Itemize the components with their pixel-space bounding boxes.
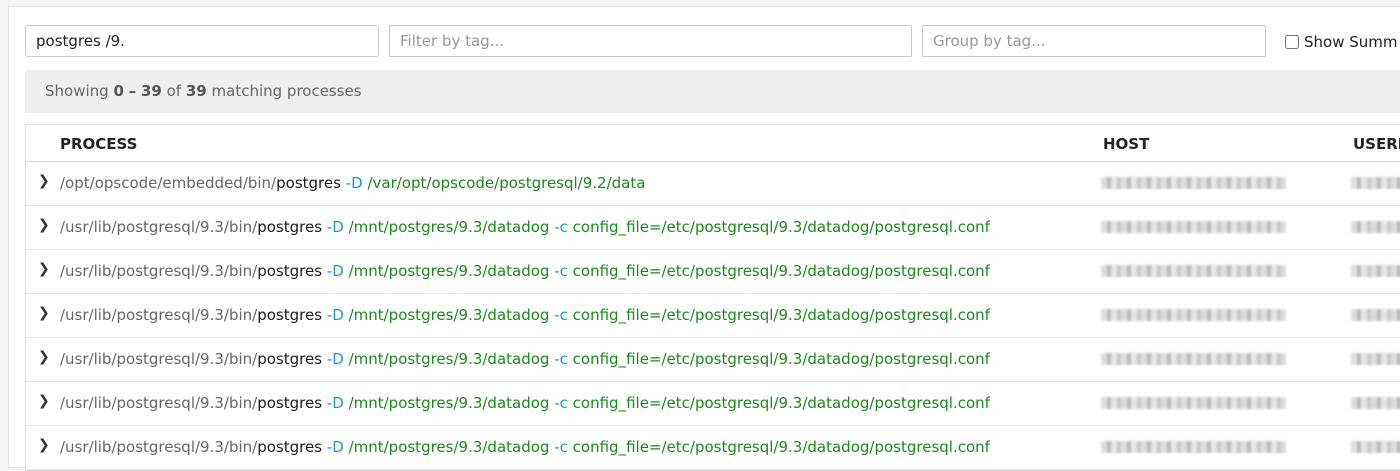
process-flag: -D bbox=[326, 438, 344, 456]
process-binary: postgres bbox=[257, 306, 323, 324]
process-path: /usr/lib/postgresql/9.3/bin/ bbox=[60, 394, 258, 412]
column-header-username[interactable]: USERN bbox=[1353, 135, 1400, 153]
process-arg: config_file=/etc/postgresql/9.3/datadog/… bbox=[572, 262, 990, 280]
process-arg: config_file=/etc/postgresql/9.3/datadog/… bbox=[572, 394, 990, 412]
process-arg: config_file=/etc/postgresql/9.3/datadog/… bbox=[572, 306, 990, 324]
process-binary: postgres bbox=[257, 350, 323, 368]
host-redacted bbox=[1101, 397, 1286, 409]
username-redacted bbox=[1351, 441, 1400, 453]
host-redacted bbox=[1101, 353, 1286, 365]
process-arg: config_file=/etc/postgresql/9.3/datadog/… bbox=[572, 218, 990, 236]
process-flag: -D bbox=[326, 350, 344, 368]
column-header-process[interactable]: PROCESS bbox=[60, 135, 137, 153]
host-redacted bbox=[1101, 221, 1286, 233]
process-path: /usr/lib/postgresql/9.3/bin/ bbox=[60, 438, 258, 456]
username-redacted bbox=[1351, 309, 1400, 321]
process-command: /usr/lib/postgresql/9.3/bin/postgres -D … bbox=[60, 350, 1065, 368]
process-table: PROCESS HOST USERN ❯ /opt/opscode/embedde… bbox=[25, 124, 1400, 471]
chevron-right-icon[interactable]: ❯ bbox=[38, 217, 50, 233]
username-redacted bbox=[1351, 353, 1400, 365]
process-flag: -D bbox=[326, 306, 344, 324]
table-row[interactable]: ❯ /usr/lib/postgresql/9.3/bin/postgres -D… bbox=[26, 294, 1400, 338]
status-prefix: Showing bbox=[45, 82, 109, 100]
process-binary: postgres bbox=[257, 218, 323, 236]
process-flag: -c bbox=[554, 218, 568, 236]
process-arg: /mnt/postgres/9.3/datadog bbox=[348, 306, 550, 324]
status-start: 0 bbox=[113, 82, 124, 100]
host-redacted bbox=[1101, 441, 1286, 453]
process-command: /usr/lib/postgresql/9.3/bin/postgres -D … bbox=[60, 438, 1065, 456]
process-arg: /mnt/postgres/9.3/datadog bbox=[348, 350, 550, 368]
process-flag: -c bbox=[554, 306, 568, 324]
chevron-right-icon[interactable]: ❯ bbox=[38, 437, 50, 453]
process-arg: config_file=/etc/postgresql/9.3/datadog/… bbox=[572, 438, 990, 456]
process-arg: /mnt/postgres/9.3/datadog bbox=[348, 218, 550, 236]
show-summary-checkbox[interactable] bbox=[1285, 35, 1299, 49]
status-suffix: matching processes bbox=[211, 82, 362, 100]
process-path: /opt/opscode/embedded/bin/ bbox=[60, 174, 277, 192]
process-command: /usr/lib/postgresql/9.3/bin/postgres -D … bbox=[60, 262, 1065, 280]
username-redacted bbox=[1351, 265, 1400, 277]
process-flag: -c bbox=[554, 438, 568, 456]
status-total: 39 bbox=[185, 82, 207, 100]
status-dash: – bbox=[128, 82, 137, 100]
table-row[interactable]: ❯ /opt/opscode/embedded/bin/postgres -D /… bbox=[26, 162, 1400, 206]
process-path: /usr/lib/postgresql/9.3/bin/ bbox=[60, 350, 258, 368]
process-path: /usr/lib/postgresql/9.3/bin/ bbox=[60, 306, 258, 324]
table-row[interactable]: ❯ /usr/lib/postgresql/9.3/bin/postgres -D… bbox=[26, 250, 1400, 294]
process-flag: -D bbox=[345, 174, 363, 192]
chevron-right-icon[interactable]: ❯ bbox=[38, 261, 50, 277]
host-redacted bbox=[1101, 177, 1286, 189]
chevron-right-icon[interactable]: ❯ bbox=[38, 393, 50, 409]
host-redacted bbox=[1101, 309, 1286, 321]
process-arg: /var/opt/opscode/postgresql/9.2/data bbox=[367, 174, 646, 192]
table-row[interactable]: ❯ /usr/lib/postgresql/9.3/bin/postgres -D… bbox=[26, 338, 1400, 382]
chevron-right-icon[interactable]: ❯ bbox=[38, 349, 50, 365]
process-flag: -c bbox=[554, 262, 568, 280]
process-binary: postgres bbox=[276, 174, 341, 192]
table-header: PROCESS HOST USERN bbox=[26, 125, 1400, 162]
process-flag: -D bbox=[326, 394, 344, 412]
status-of: of bbox=[166, 82, 182, 100]
table-row[interactable]: ❯ /usr/lib/postgresql/9.3/bin/postgres -D… bbox=[26, 426, 1400, 470]
host-redacted bbox=[1101, 265, 1286, 277]
chevron-right-icon[interactable]: ❯ bbox=[38, 305, 50, 321]
username-redacted bbox=[1351, 397, 1400, 409]
process-command: /usr/lib/postgresql/9.3/bin/postgres -D … bbox=[60, 394, 1065, 412]
table-row[interactable]: ❯ /usr/lib/postgresql/9.3/bin/postgres -D… bbox=[26, 206, 1400, 250]
status-end: 39 bbox=[140, 82, 162, 100]
process-flag: -D bbox=[326, 262, 344, 280]
column-header-host[interactable]: HOST bbox=[1103, 135, 1149, 153]
process-command: /usr/lib/postgresql/9.3/bin/postgres -D … bbox=[60, 306, 1065, 324]
chevron-right-icon[interactable]: ❯ bbox=[38, 173, 50, 189]
group-by-tag-input[interactable] bbox=[922, 25, 1266, 57]
process-arg: /mnt/postgres/9.3/datadog bbox=[348, 394, 550, 412]
process-binary: postgres bbox=[257, 438, 323, 456]
process-binary: postgres bbox=[257, 262, 323, 280]
process-path: /usr/lib/postgresql/9.3/bin/ bbox=[60, 262, 258, 280]
process-arg: /mnt/postgres/9.3/datadog bbox=[348, 262, 550, 280]
results-status-bar: Showing 0 – 39 of 39 matching processes bbox=[25, 70, 1400, 113]
process-command: /opt/opscode/embedded/bin/postgres -D /v… bbox=[60, 174, 1065, 192]
process-arg: config_file=/etc/postgresql/9.3/datadog/… bbox=[572, 350, 990, 368]
show-summary-label: Show Summ bbox=[1304, 33, 1398, 51]
username-redacted bbox=[1351, 221, 1400, 233]
process-command: /usr/lib/postgresql/9.3/bin/postgres -D … bbox=[60, 218, 1065, 236]
process-flag: -D bbox=[326, 218, 344, 236]
process-flag: -c bbox=[554, 394, 568, 412]
process-flag: -c bbox=[554, 350, 568, 368]
process-search-input[interactable] bbox=[25, 25, 379, 57]
filter-by-tag-input[interactable] bbox=[389, 25, 912, 57]
process-arg: /mnt/postgres/9.3/datadog bbox=[348, 438, 550, 456]
process-path: /usr/lib/postgresql/9.3/bin/ bbox=[60, 218, 258, 236]
show-summary-toggle[interactable]: Show Summ bbox=[1285, 33, 1398, 51]
username-redacted bbox=[1351, 177, 1400, 189]
process-binary: postgres bbox=[257, 394, 323, 412]
table-row[interactable]: ❯ /usr/lib/postgresql/9.3/bin/postgres -D… bbox=[26, 382, 1400, 426]
